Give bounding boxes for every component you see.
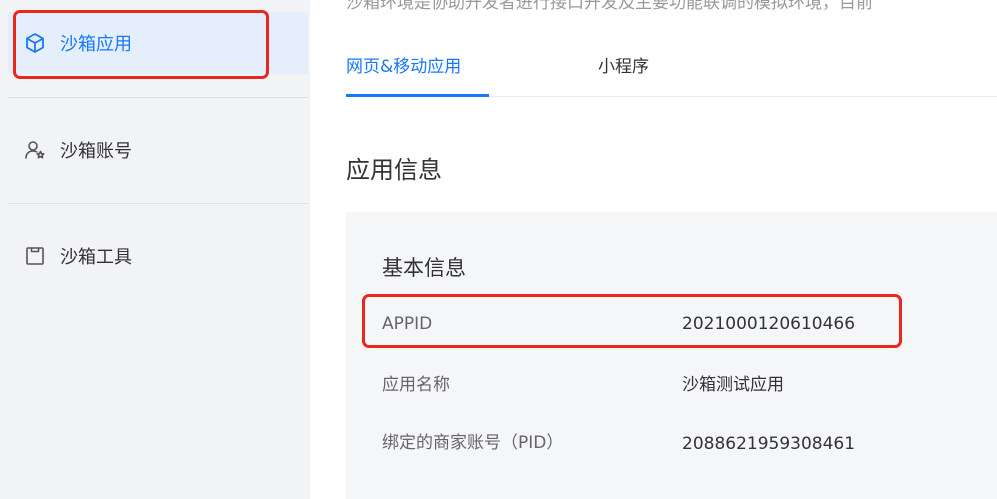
app-name-label: 应用名称 bbox=[382, 375, 450, 395]
sidebar-divider bbox=[8, 97, 308, 98]
section-title-app-info: 应用信息 bbox=[346, 156, 442, 184]
cube-icon bbox=[24, 32, 46, 54]
bound-pid-value[interactable]: 2088621959308461 bbox=[682, 434, 855, 454]
sidebar-item-sandbox-app[interactable]: 沙箱应用 bbox=[8, 12, 308, 74]
app-name-value: 沙箱测试应用 bbox=[682, 375, 784, 395]
sidebar-item-sandbox-account[interactable]: 沙箱账号 bbox=[8, 119, 308, 181]
sidebar-item-label: 沙箱应用 bbox=[60, 34, 132, 55]
sandbox-intro-text: 沙箱环境是协助开发者进行接口开发及主要功能联调的模拟环境，目前 bbox=[346, 0, 873, 13]
tab-bar: 网页&移动应用 小程序 bbox=[346, 40, 997, 97]
sidebar-item-label: 沙箱账号 bbox=[60, 141, 132, 162]
basic-info-card: 基本信息 APPID 2021000120610466 应用名称 沙箱测试应用 … bbox=[346, 212, 997, 499]
bound-pid-label: 绑定的商家账号（PID） bbox=[382, 433, 564, 453]
active-tab-indicator bbox=[346, 94, 489, 97]
appid-label: APPID bbox=[382, 314, 433, 334]
toolbox-icon bbox=[24, 245, 46, 267]
sidebar-item-sandbox-tools[interactable]: 沙箱工具 bbox=[8, 225, 308, 287]
sidebar-divider bbox=[8, 203, 308, 204]
main-content: 沙箱环境是协助开发者进行接口开发及主要功能联调的模拟环境，目前 网页&移动应用 … bbox=[310, 0, 997, 499]
tab-web-mobile-app[interactable]: 网页&移动应用 bbox=[346, 52, 461, 77]
sidebar: 沙箱应用 沙箱账号 沙箱工具 bbox=[0, 0, 310, 499]
card-title: 基本信息 bbox=[382, 256, 466, 280]
user-star-icon bbox=[24, 139, 46, 161]
tab-mini-program[interactable]: 小程序 bbox=[598, 52, 649, 77]
sidebar-item-label: 沙箱工具 bbox=[60, 247, 132, 268]
appid-value[interactable]: 2021000120610466 bbox=[682, 314, 855, 334]
